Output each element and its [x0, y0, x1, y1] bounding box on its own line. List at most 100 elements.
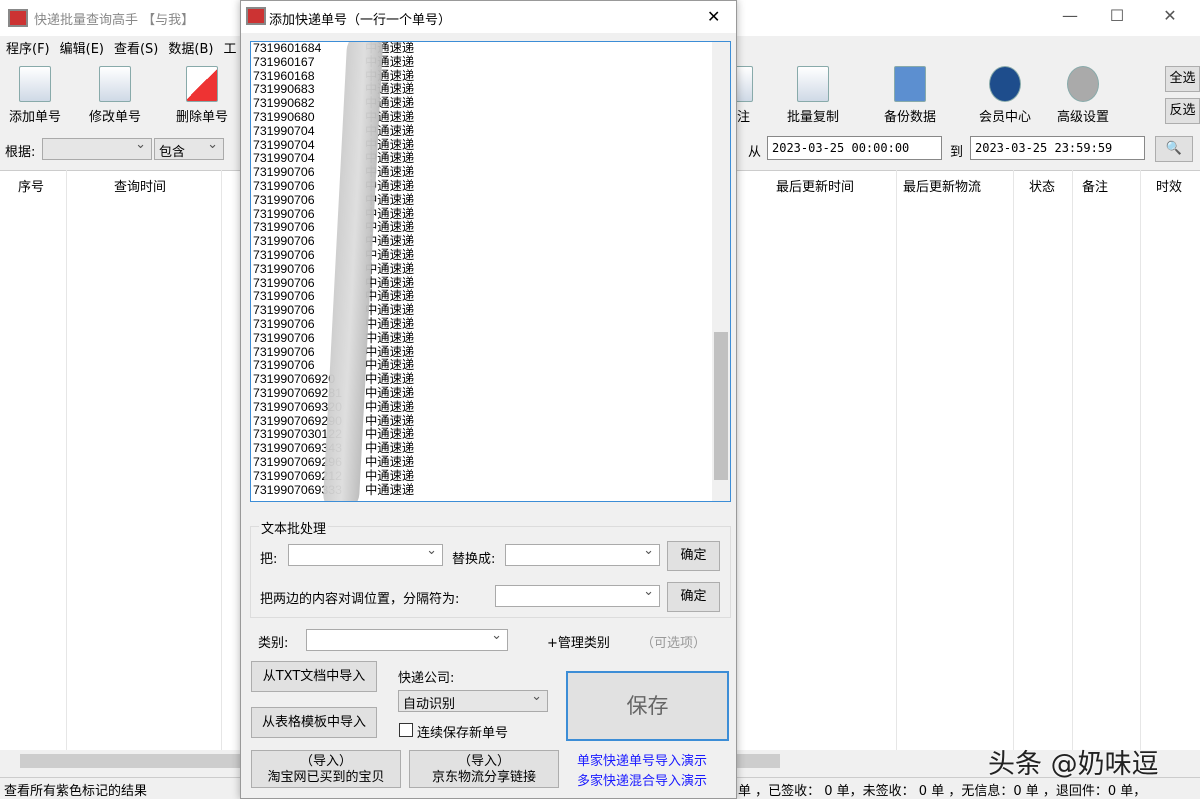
batch-copy-button[interactable]: 批量复制: [778, 62, 848, 125]
menu-program[interactable]: 程序(F): [6, 38, 50, 57]
company-select[interactable]: 自动识别: [398, 689, 548, 712]
add-number-dialog: 添加快递单号（一行一个单号） ✕ 7319601684 中通速递 731960167…: [240, 0, 737, 799]
courier-name: 中通速递: [365, 454, 415, 469]
label: 会员中心: [978, 110, 1031, 125]
close-button[interactable]: ✕: [1150, 6, 1190, 25]
label: 批量复制: [786, 110, 839, 125]
import-txt-button[interactable]: 从TXT文档中导入: [251, 661, 377, 692]
multi-demo-link[interactable]: 多家快递混合导入演示: [577, 770, 707, 789]
dialog-title: 添加快递单号（一行一个单号）: [269, 13, 452, 28]
status-left: 查看所有紫色标记的结果: [4, 784, 148, 799]
col-query-time[interactable]: 查询时间: [114, 176, 166, 195]
courier-name: 中通速递: [365, 468, 415, 483]
document-icon: [19, 66, 51, 102]
status-counts: 单 ，已签收： 0 单，未签收： 0 单 ，无信息：0 单 ，退回件：0 单，: [738, 784, 1147, 799]
col-index[interactable]: 序号: [18, 176, 44, 195]
col-divider: [221, 170, 222, 750]
invert-select-button[interactable]: 反选: [1165, 98, 1200, 124]
number-line: 731990706 中通速递: [253, 165, 414, 180]
courier-name: 中通速递: [365, 482, 415, 497]
to-label: 到: [950, 145, 964, 160]
filter-op-select[interactable]: 包含: [154, 137, 224, 160]
swap-label: 把两边的内容对调位置，分隔符为:: [260, 592, 460, 607]
col-divider: [1140, 170, 1141, 750]
import-jd-button[interactable]: （导入） 京东物流分享链接: [409, 750, 559, 788]
app-icon: [246, 7, 266, 25]
delete-number-button[interactable]: 删除单号: [167, 62, 237, 125]
save-button[interactable]: 保存: [566, 671, 729, 741]
maximize-button[interactable]: ☐: [1097, 6, 1137, 25]
filter-field-select[interactable]: [42, 137, 152, 160]
replace-select[interactable]: [505, 543, 660, 566]
col-divider: [1072, 170, 1073, 750]
number-line: 731990680 中通速递: [253, 110, 414, 125]
col-timeliness[interactable]: 时效: [1156, 176, 1182, 195]
add-number-button[interactable]: 添加单号: [0, 62, 70, 125]
label: 备份数据: [883, 110, 936, 125]
number-line: 731960167 中通速递: [253, 55, 414, 70]
swap-confirm-button[interactable]: 确定: [667, 582, 720, 612]
from-date-input[interactable]: 2023-03-25 00:00:00: [767, 136, 942, 160]
label: 高级设置: [1056, 110, 1109, 125]
vertical-scrollbar[interactable]: [712, 42, 730, 501]
number-line: 731990706 中通速递: [253, 261, 415, 277]
label: 删除单号: [175, 110, 228, 125]
select-all-button[interactable]: 全选: [1165, 66, 1200, 92]
manage-category-link[interactable]: +管理类别: [547, 632, 610, 651]
number-line: 731990704 中通速递: [253, 124, 414, 139]
app-icon: [8, 9, 28, 27]
label: （导入）: [299, 754, 352, 769]
gear-icon: [1067, 66, 1099, 102]
category-select[interactable]: [306, 628, 508, 651]
edit-number-button[interactable]: 修改单号: [80, 62, 150, 125]
courier-name: 中通速递: [365, 441, 415, 456]
col-last-logistics[interactable]: 最后更新物流: [903, 176, 981, 195]
search-button[interactable]: 🔍: [1155, 136, 1193, 162]
number-line: 731990682 中通速递: [253, 96, 414, 111]
numbers-textarea[interactable]: 7319601684 中通速递 731960167 中通速递 731960168 中通速递…: [250, 41, 731, 502]
label: 添加单号: [8, 110, 61, 125]
courier-name: 中通速递: [365, 330, 415, 345]
col-divider: [896, 170, 897, 750]
courier-name: 中通速递: [365, 261, 415, 276]
dialog-titlebar: 添加快递单号（一行一个单号） ✕: [241, 1, 736, 33]
find-select[interactable]: [288, 543, 443, 566]
menu-tools[interactable]: 工: [223, 38, 236, 57]
menu-view[interactable]: 查看(S): [114, 38, 158, 57]
member-center-button[interactable]: 会员中心: [970, 62, 1040, 125]
backup-data-button[interactable]: 备份数据: [875, 62, 945, 125]
import-taobao-button[interactable]: （导入） 淘宝网已买到的宝贝: [251, 750, 401, 788]
import-table-button[interactable]: 从表格模板中导入: [251, 707, 377, 738]
menu-edit[interactable]: 编辑(E): [60, 38, 104, 57]
optional-hint: （可选项）: [641, 636, 707, 651]
number-line: 731990706 中通速递: [253, 193, 414, 208]
single-demo-link[interactable]: 单家快递单号导入演示: [577, 750, 707, 769]
dialog-close-button[interactable]: ✕: [707, 7, 720, 26]
to-date-input[interactable]: 2023-03-25 23:59:59: [970, 136, 1145, 160]
watermark: 头条 @奶味逗: [988, 749, 1159, 780]
col-note[interactable]: 备注: [1082, 176, 1108, 195]
col-last-update-time[interactable]: 最后更新时间: [776, 176, 854, 195]
replace-confirm-button[interactable]: 确定: [667, 541, 720, 571]
col-divider: [1013, 170, 1014, 750]
col-divider: [66, 170, 67, 750]
courier-name: 中通速递: [365, 247, 415, 262]
menu-data[interactable]: 数据(B): [168, 38, 213, 57]
minimize-button[interactable]: —: [1050, 6, 1090, 25]
pencil-icon: [99, 66, 131, 102]
filter-label: 根据:: [5, 145, 36, 160]
label: （导入）: [457, 754, 510, 769]
courier-name: 中通速递: [365, 399, 415, 414]
clock-icon: [989, 66, 1021, 102]
col-status[interactable]: 状态: [1029, 176, 1055, 195]
number-line: 7319601684 中通速递: [253, 42, 414, 56]
advanced-settings-button[interactable]: 高级设置: [1048, 62, 1118, 125]
search-icon: 🔍: [1165, 141, 1183, 156]
floppy-icon: [894, 66, 926, 102]
menu-bar: 程序(F) 编辑(E) 查看(S) 数据(B) 工: [0, 36, 236, 58]
separator-select[interactable]: [495, 584, 660, 607]
label: 淘宝网已买到的宝贝: [267, 770, 385, 785]
continuous-save-checkbox[interactable]: [399, 723, 413, 737]
scroll-thumb[interactable]: [714, 332, 728, 480]
number-line: 731990706 中通速递: [253, 234, 414, 249]
